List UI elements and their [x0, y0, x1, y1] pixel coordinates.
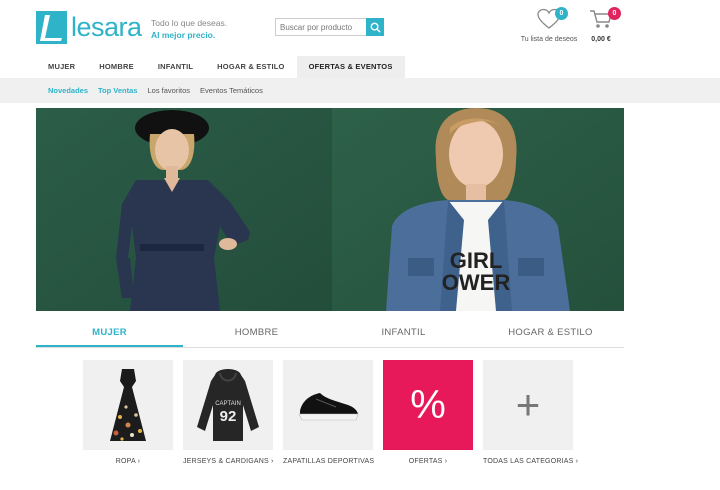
tagline-line2: Al mejor precio.	[151, 30, 216, 40]
logo-text: lesara	[71, 12, 142, 42]
category-tiles: ROPA › CAPTAIN 92 JERSEYS & CARDIGANS ›	[83, 360, 583, 465]
subnav-item-eventos-tematicos[interactable]: Eventos Temáticos	[200, 86, 263, 95]
search-bar	[275, 18, 384, 36]
cart-link[interactable]: 0 0,00 €	[586, 7, 621, 43]
hoodie-image: CAPTAIN 92	[183, 360, 273, 450]
nav-item-mujer[interactable]: MUJER	[36, 56, 87, 78]
sneaker-image	[283, 360, 373, 450]
hero-banner[interactable]: GIRL OWER	[36, 108, 624, 311]
wishlist-label: Tu lista de deseos	[520, 36, 578, 43]
tile-ofertas[interactable]: % OFERTAS ›	[383, 360, 473, 465]
tile-jerseys-cardigans[interactable]: CAPTAIN 92 JERSEYS & CARDIGANS ›	[183, 360, 273, 465]
hoodie-print-number: 92	[220, 408, 237, 425]
nav-item-ofertas-eventos[interactable]: OFERTAS & EVENTOS	[296, 56, 405, 78]
header: lesara Todo lo que deseas. Al mejor prec…	[0, 0, 720, 54]
chevron-right-icon: ›	[444, 458, 448, 465]
plus-icon: +	[515, 381, 541, 428]
nav-item-infantil[interactable]: INFANTIL	[146, 56, 205, 78]
tagline-line1: Todo lo que deseas.	[151, 18, 228, 28]
wishlist-link[interactable]: 0 Tu lista de deseos	[520, 7, 578, 43]
logo-mark-icon	[36, 10, 67, 44]
nav-item-hombre[interactable]: HOMBRE	[87, 56, 146, 78]
chevron-right-icon: ›	[271, 458, 274, 465]
search-icon	[370, 22, 381, 33]
tab-hogar-estilo[interactable]: HOGAR & ESTILO	[477, 320, 624, 347]
chevron-right-icon: ›	[137, 458, 141, 465]
category-tabs: MUJER HOMBRE INFANTIL HOGAR & ESTILO	[36, 320, 624, 348]
wishlist-count-badge: 0	[555, 7, 568, 20]
shirt-print-line2: OWER	[442, 270, 511, 295]
offers-image: %	[383, 360, 473, 450]
search-input[interactable]	[275, 18, 366, 36]
sub-nav: Novedades Top Ventas Los favoritos Event…	[0, 78, 720, 103]
tile-label: JERSEYS & CARDIGANS	[183, 458, 269, 465]
search-button[interactable]	[366, 18, 384, 36]
tab-hombre[interactable]: HOMBRE	[183, 320, 330, 347]
subnav-item-favoritos[interactable]: Los favoritos	[147, 86, 190, 95]
tile-label: OFERTAS	[408, 458, 443, 465]
subnav-item-novedades[interactable]: Novedades	[48, 86, 88, 95]
cart-count-badge: 0	[608, 7, 621, 20]
nav-item-hogar-estilo[interactable]: HOGAR & ESTILO	[205, 56, 296, 78]
tab-infantil[interactable]: INFANTIL	[330, 320, 477, 347]
main-nav: MUJER HOMBRE INFANTIL HOGAR & ESTILO OFE…	[36, 56, 405, 78]
dress-image	[83, 360, 173, 450]
tile-label: TODAS LAS CATEGORIAS	[483, 458, 574, 465]
hoodie-print-top: CAPTAIN	[215, 401, 241, 407]
chevron-right-icon: ›	[575, 458, 579, 465]
tile-todas-categorias[interactable]: + TODAS LAS CATEGORIAS ›	[483, 360, 578, 465]
tile-label: ROPA	[115, 458, 136, 465]
lesara-logo[interactable]: lesara	[36, 10, 142, 44]
tab-mujer[interactable]: MUJER	[36, 320, 183, 347]
tile-zapatillas-deportivas[interactable]: ZAPATILLAS DEPORTIVAS	[283, 360, 375, 465]
all-categories-image: +	[483, 360, 573, 450]
percent-icon: %	[410, 383, 446, 427]
subnav-item-top-ventas[interactable]: Top Ventas	[98, 86, 137, 95]
tile-label: ZAPATILLAS DEPORTIVAS	[283, 458, 375, 465]
tile-ropa[interactable]: ROPA ›	[83, 360, 173, 465]
cart-total: 0,00 €	[591, 36, 611, 43]
tagline: Todo lo que deseas. Al mejor precio.	[151, 17, 227, 41]
